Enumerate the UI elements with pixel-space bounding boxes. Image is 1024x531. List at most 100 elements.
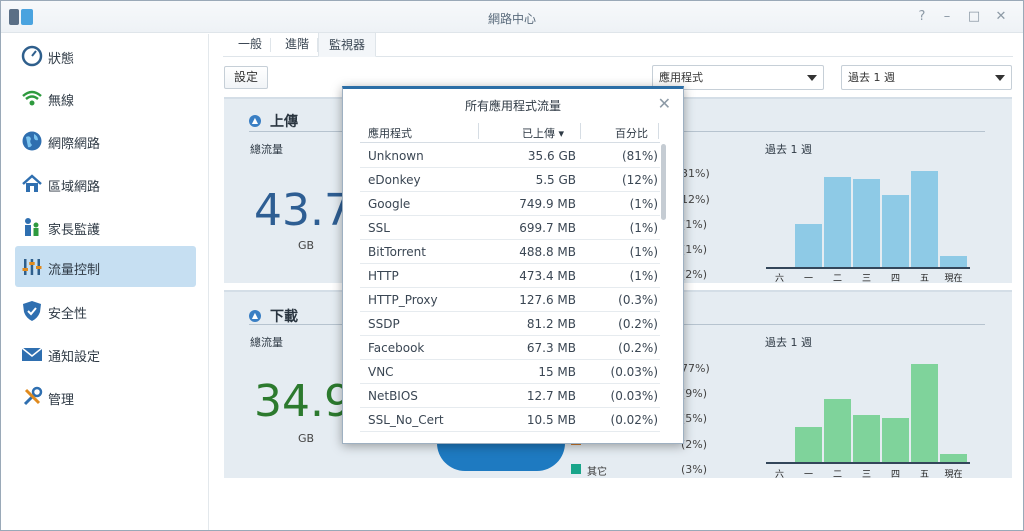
table-header: 應用程式 已上傳 ▾ 百分比 — [360, 119, 660, 143]
table-row[interactable]: Unknown 35.6 GB (81%) — [360, 144, 660, 168]
app-select-value: 應用程式 — [659, 71, 703, 84]
download-week-chart — [766, 364, 970, 464]
table-row[interactable]: HTTP 473.4 MB (1%) — [360, 264, 660, 288]
column-uploaded[interactable]: 已上傳 ▾ — [522, 125, 564, 141]
sidebar-item-admin[interactable]: 管理 — [15, 376, 196, 417]
upload-pct-3: (1%) — [681, 243, 708, 256]
upload-period-label: 過去 1 週 — [765, 143, 812, 156]
cell-app: VNC — [368, 365, 394, 379]
column-percent[interactable]: 百分比 — [615, 125, 648, 141]
cell-app: Facebook — [368, 341, 425, 355]
table-row[interactable]: SSL_No_Cert 10.5 MB (0.02%) — [360, 408, 660, 432]
minimize-icon[interactable]: – — [938, 8, 956, 26]
week-label: 一 — [803, 274, 813, 284]
cell-uploaded: 15 MB — [538, 365, 576, 379]
scrollbar[interactable] — [661, 144, 666, 220]
dialog-title: 所有應用程式流量 — [464, 99, 561, 113]
cell-percent: (81%) — [621, 149, 658, 163]
cell-percent: (0.03%) — [610, 389, 658, 403]
sidebar-item-label: 區域網路 — [48, 180, 101, 195]
close-icon[interactable]: ✕ — [992, 8, 1010, 26]
tab-advanced[interactable]: 進階 — [275, 32, 319, 57]
sidebar: 狀態 無線 網際網路 區域網路 家長監護 流量控制 安全性 通知設定 管理 — [1, 34, 209, 530]
cell-uploaded: 749.9 MB — [519, 197, 576, 211]
cell-uploaded: 35.6 GB — [527, 149, 576, 163]
table-row[interactable]: eDonkey 5.5 GB (12%) — [360, 168, 660, 192]
week-bar — [824, 177, 851, 267]
table-row[interactable]: Facebook 67.3 MB (0.2%) — [360, 336, 660, 360]
pie-chart-partial — [437, 443, 565, 471]
sidebar-item-label: 家長監護 — [48, 223, 101, 238]
upload-unit: GB — [298, 239, 315, 252]
table-row[interactable]: NetBIOS 12.7 MB (0.03%) — [360, 384, 660, 408]
window-title: 網路中心 — [487, 12, 536, 26]
week-label: 六 — [774, 470, 784, 480]
sidebar-item-wireless[interactable]: 無線 — [15, 77, 196, 118]
globe-icon — [22, 131, 42, 151]
week-bar — [853, 179, 880, 267]
week-bar — [853, 415, 880, 462]
close-icon[interactable]: ✕ — [658, 94, 671, 113]
sidebar-item-status[interactable]: 狀態 — [15, 35, 196, 76]
settings-button[interactable]: 設定 — [224, 66, 268, 89]
table-row[interactable]: VNC 15 MB (0.03%) — [360, 360, 660, 384]
sidebar-item-parental-control[interactable]: 家長監護 — [15, 206, 196, 247]
shield-icon — [23, 301, 41, 321]
cell-app: eDonkey — [368, 173, 421, 187]
download-title: 下載 — [270, 309, 298, 325]
week-bar — [911, 364, 938, 462]
tab-general[interactable]: 一般 — [228, 32, 272, 57]
sidebar-item-local-network[interactable]: 區域網路 — [15, 163, 196, 204]
download-pct-4: (3%) — [681, 463, 708, 476]
cell-app: SSDP — [368, 317, 400, 331]
cell-app: SSL — [368, 221, 390, 235]
cell-uploaded: 67.3 MB — [526, 341, 576, 355]
column-app[interactable]: 應用程式 — [368, 125, 412, 141]
week-label: 五 — [919, 470, 929, 480]
wifi-icon — [22, 90, 42, 106]
period-select[interactable]: 過去 1 週 — [841, 65, 1012, 90]
cell-app: BitTorrent — [368, 245, 426, 259]
week-label: 四 — [890, 470, 900, 480]
upload-pct-2: (1%) — [681, 218, 708, 231]
upload-total-label: 總流量 — [250, 143, 283, 156]
week-bar — [795, 224, 822, 267]
cell-percent: (1%) — [629, 221, 658, 235]
sidebar-item-label: 安全性 — [48, 307, 88, 322]
sidebar-item-traffic-control[interactable]: 流量控制 — [15, 246, 196, 287]
cell-app: Unknown — [368, 149, 424, 163]
cell-uploaded: 5.5 GB — [535, 173, 576, 187]
table-row[interactable]: Google 749.9 MB (1%) — [360, 192, 660, 216]
download-pct-1: (9%) — [681, 387, 708, 400]
tab-monitor[interactable]: 監視器 — [318, 32, 377, 57]
table-row[interactable]: SSDP 81.2 MB (0.2%) — [360, 312, 660, 336]
cell-app: HTTP_Proxy — [368, 293, 438, 307]
sidebar-item-label: 網際網路 — [48, 137, 101, 152]
week-bar — [882, 195, 909, 267]
cell-percent: (0.2%) — [618, 317, 658, 331]
legend-swatch-other — [571, 464, 581, 474]
help-icon[interactable]: ? — [913, 8, 931, 26]
table-row[interactable]: HTTP_Proxy 127.6 MB (0.3%) — [360, 288, 660, 312]
sidebar-item-notification[interactable]: 通知設定 — [15, 333, 196, 374]
maximize-icon[interactable]: □ — [965, 8, 983, 26]
upload-pct-0: 31%) — [681, 167, 710, 180]
tab-bar: 一般 進階 監視器 — [223, 32, 1013, 57]
upload-title: 上傳 — [270, 114, 298, 130]
cell-uploaded: 127.6 MB — [519, 293, 576, 307]
cell-percent: (0.2%) — [618, 341, 658, 355]
cell-percent: (0.03%) — [610, 365, 658, 379]
family-icon — [25, 218, 39, 236]
sidebar-item-internet[interactable]: 網際網路 — [15, 120, 196, 161]
table-row[interactable]: SSL 699.7 MB (1%) — [360, 216, 660, 240]
cell-uploaded: 699.7 MB — [519, 221, 576, 235]
week-label: 五 — [919, 274, 929, 284]
table-row[interactable]: BitTorrent 488.8 MB (1%) — [360, 240, 660, 264]
week-bar — [882, 418, 909, 462]
week-label: 現在 — [944, 274, 963, 284]
download-pct-2: (5%) — [681, 412, 708, 425]
cell-app: Google — [368, 197, 411, 211]
sidebar-item-security[interactable]: 安全性 — [15, 290, 196, 331]
sidebar-item-label: 無線 — [48, 94, 75, 109]
week-label: 六 — [774, 274, 784, 284]
